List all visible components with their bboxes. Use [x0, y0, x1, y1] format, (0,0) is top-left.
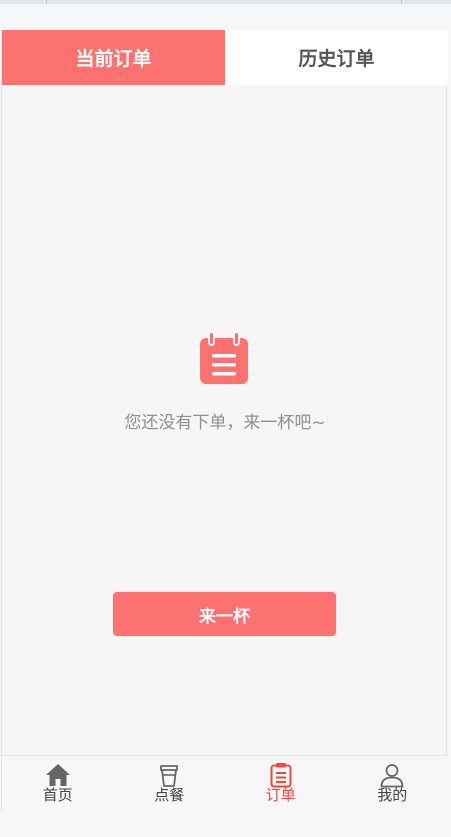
strip-tick: [401, 0, 402, 4]
top-strip: [0, 0, 451, 4]
tab-history-orders[interactable]: 历史订单: [225, 30, 448, 85]
order-tabs: 当前订单 历史订单: [2, 30, 448, 85]
order-now-button[interactable]: 来一杯: [113, 592, 336, 636]
tab-current-orders[interactable]: 当前订单: [2, 30, 225, 85]
strip-tick: [46, 0, 47, 4]
bottom-nav: 首页 点餐 订单 我的: [2, 755, 448, 810]
cup-icon: [160, 765, 179, 787]
home-icon: [45, 764, 70, 786]
empty-message: 您还没有下单，来一杯吧~: [124, 413, 326, 433]
nav-label-home: 首页: [42, 786, 73, 804]
nav-label-menu: 点餐: [154, 786, 185, 804]
nav-item-home[interactable]: 首页: [2, 756, 114, 810]
nav-item-menu[interactable]: 点餐: [114, 756, 226, 810]
nav-label-orders: 订单: [265, 786, 296, 804]
nav-label-profile: 我的: [377, 786, 408, 804]
app-frame: 当前订单 历史订单 您还没有下单，来一杯吧~ 来一杯 首页 点餐 订单 我的: [1, 30, 448, 810]
order-clipboard-icon: [200, 332, 248, 384]
nav-item-profile[interactable]: 我的: [337, 756, 449, 810]
nav-item-orders[interactable]: 订单: [225, 756, 337, 810]
user-icon: [380, 764, 404, 788]
order-icon: [270, 763, 292, 788]
